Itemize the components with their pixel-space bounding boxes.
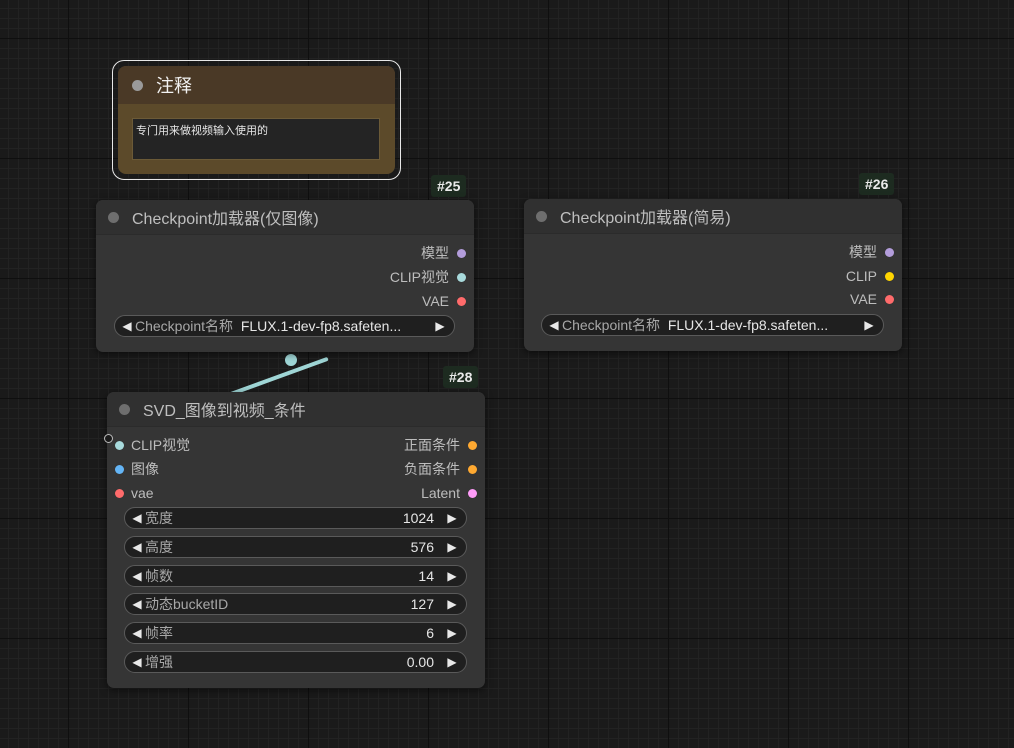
- increment-arrow-icon[interactable]: ▶: [444, 511, 460, 525]
- widget-label: 宽度: [145, 510, 173, 526]
- node-title: SVD_图像到视频_条件: [143, 403, 306, 420]
- augmentation-number-widget[interactable]: ◀ 增强 0.00 ▶: [124, 651, 467, 673]
- fps-number-widget[interactable]: ◀ 帧率 6 ▶: [124, 622, 467, 644]
- node-id-badge: #25: [431, 175, 467, 197]
- node-title: Checkpoint加载器(仅图像): [132, 211, 319, 228]
- input-label: CLIP视觉: [131, 437, 191, 453]
- widget-value: 127: [410, 596, 434, 612]
- increment-arrow-icon[interactable]: ▶: [444, 597, 460, 611]
- input-label: 图像: [131, 461, 159, 477]
- widget-value: 6: [426, 625, 434, 641]
- output-label: 负面条件: [404, 461, 460, 477]
- increment-arrow-icon[interactable]: ▶: [861, 318, 877, 332]
- widget-label: 动态bucketID: [145, 596, 229, 612]
- output-pin-icon[interactable]: [468, 488, 477, 498]
- widget-label: Checkpoint名称 FLUX.1-dev-fp8.safeten...: [562, 317, 829, 333]
- widget-value: 14: [418, 568, 434, 584]
- motion-bucket-number-widget[interactable]: ◀ 动态bucketID 127 ▶: [124, 593, 467, 615]
- widget-label: 增强: [145, 654, 173, 670]
- output-label: CLIP: [845, 268, 877, 284]
- widget-label: Checkpoint名称 FLUX.1-dev-fp8.safeten...: [135, 318, 402, 334]
- output-label: 模型: [849, 244, 877, 260]
- input-pin-icon[interactable]: [115, 440, 124, 450]
- input-socket-ring-icon[interactable]: [104, 434, 113, 443]
- collapse-dot-icon[interactable]: [108, 211, 119, 223]
- widget-label: 帧率: [145, 625, 173, 641]
- note-node[interactable]: 注释 专门用来做视频输入使用的: [112, 60, 401, 180]
- output-negative[interactable]: 负面条件: [404, 459, 477, 479]
- node-header[interactable]: Checkpoint加载器(简易): [524, 199, 902, 234]
- node-title: Checkpoint加载器(简易): [560, 210, 731, 227]
- output-model[interactable]: 模型: [421, 243, 466, 263]
- widget-value: FLUX.1-dev-fp8.safeten...: [667, 317, 829, 333]
- note-title: 注释: [156, 76, 192, 96]
- decrement-arrow-icon[interactable]: ◀: [546, 318, 562, 332]
- checkpoint-name-combo[interactable]: ◀ Checkpoint名称 FLUX.1-dev-fp8.safeten...…: [114, 315, 455, 337]
- output-pin-icon[interactable]: [457, 248, 466, 258]
- widget-value: 576: [410, 539, 434, 555]
- checkpoint-loader-image-node[interactable]: Checkpoint加载器(仅图像) 模型 CLIP视觉 VAE ◀ Check…: [96, 200, 474, 352]
- output-positive[interactable]: 正面条件: [404, 435, 477, 455]
- decrement-arrow-icon[interactable]: ◀: [119, 319, 135, 333]
- widget-value: 1024: [402, 510, 434, 526]
- link-midpoint-handle[interactable]: [285, 354, 297, 366]
- decrement-arrow-icon[interactable]: ◀: [129, 540, 145, 554]
- output-clip[interactable]: CLIP: [846, 266, 894, 286]
- collapse-dot-icon[interactable]: [119, 403, 130, 415]
- width-number-widget[interactable]: ◀ 宽度 1024 ▶: [124, 507, 467, 529]
- input-clip-vision[interactable]: CLIP视觉: [115, 435, 190, 455]
- output-pin-icon[interactable]: [468, 464, 477, 474]
- checkpoint-name-combo[interactable]: ◀ Checkpoint名称 FLUX.1-dev-fp8.safeten...…: [541, 314, 884, 336]
- output-label: VAE: [422, 293, 449, 309]
- decrement-arrow-icon[interactable]: ◀: [129, 655, 145, 669]
- input-label: vae: [131, 485, 154, 501]
- decrement-arrow-icon[interactable]: ◀: [129, 597, 145, 611]
- svd-img2vid-conditioning-node[interactable]: SVD_图像到视频_条件 CLIP视觉 图像 vae 正面条件 负面条件 Lat…: [107, 392, 485, 688]
- increment-arrow-icon[interactable]: ▶: [444, 569, 460, 583]
- note-body: 注释 专门用来做视频输入使用的: [118, 66, 395, 174]
- decrement-arrow-icon[interactable]: ◀: [129, 569, 145, 583]
- node-header[interactable]: Checkpoint加载器(仅图像): [96, 200, 474, 235]
- output-latent[interactable]: Latent: [421, 483, 477, 503]
- widget-value: FLUX.1-dev-fp8.safeten...: [240, 318, 402, 334]
- output-pin-icon[interactable]: [885, 271, 894, 281]
- widget-label: 帧数: [145, 568, 173, 584]
- input-image[interactable]: 图像: [115, 459, 159, 479]
- note-textarea[interactable]: 专门用来做视频输入使用的: [132, 118, 380, 160]
- increment-arrow-icon[interactable]: ▶: [444, 626, 460, 640]
- input-pin-icon[interactable]: [115, 464, 124, 474]
- checkpoint-loader-simple-node[interactable]: Checkpoint加载器(简易) 模型 CLIP VAE ◀ Checkpoi…: [524, 199, 902, 351]
- output-label: Latent: [421, 485, 460, 501]
- output-pin-icon[interactable]: [457, 296, 466, 306]
- node-header[interactable]: SVD_图像到视频_条件: [107, 392, 485, 427]
- input-pin-icon[interactable]: [115, 488, 124, 498]
- collapse-dot-icon[interactable]: [132, 79, 143, 91]
- increment-arrow-icon[interactable]: ▶: [432, 319, 448, 333]
- increment-arrow-icon[interactable]: ▶: [444, 655, 460, 669]
- height-number-widget[interactable]: ◀ 高度 576 ▶: [124, 536, 467, 558]
- decrement-arrow-icon[interactable]: ◀: [129, 511, 145, 525]
- output-pin-icon[interactable]: [885, 294, 894, 304]
- increment-arrow-icon[interactable]: ▶: [444, 540, 460, 554]
- input-vae[interactable]: vae: [115, 483, 154, 503]
- note-header[interactable]: 注释: [118, 66, 395, 104]
- decrement-arrow-icon[interactable]: ◀: [129, 626, 145, 640]
- node-id-badge: #28: [443, 366, 479, 388]
- output-clip-vision[interactable]: CLIP视觉: [390, 267, 466, 287]
- node-id-badge: #26: [859, 173, 895, 195]
- output-vae[interactable]: VAE: [422, 291, 466, 311]
- output-vae[interactable]: VAE: [850, 289, 894, 309]
- output-model[interactable]: 模型: [849, 242, 894, 262]
- frames-number-widget[interactable]: ◀ 帧数 14 ▶: [124, 565, 467, 587]
- widget-label: 高度: [145, 539, 173, 555]
- output-pin-icon[interactable]: [457, 272, 466, 282]
- output-pin-icon[interactable]: [468, 440, 477, 450]
- output-label: VAE: [850, 291, 877, 307]
- output-pin-icon[interactable]: [885, 247, 894, 257]
- widget-value: 0.00: [406, 654, 434, 670]
- output-label: 模型: [421, 245, 449, 261]
- output-label: CLIP视觉: [389, 269, 449, 285]
- collapse-dot-icon[interactable]: [536, 210, 547, 222]
- output-label: 正面条件: [404, 437, 460, 453]
